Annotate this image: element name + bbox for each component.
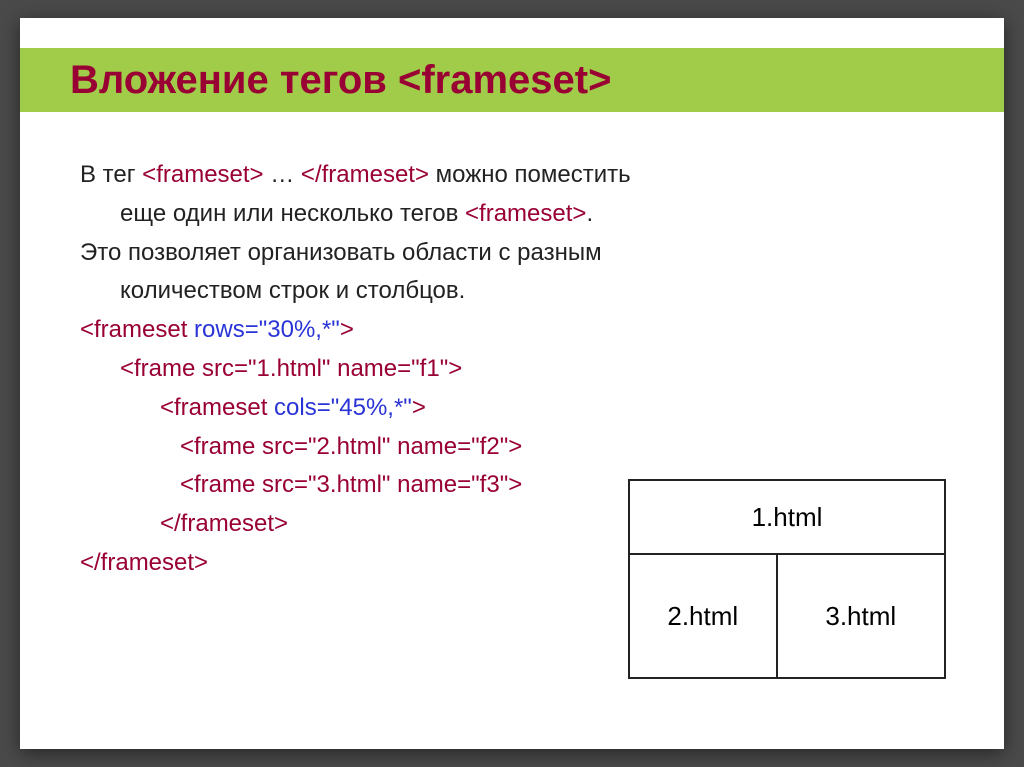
- paragraph-2-line-2: количеством строк и столбцов.: [80, 274, 944, 309]
- text: …: [264, 161, 301, 188]
- code-tag-open: <frameset: [160, 394, 274, 421]
- text: еще один или несколько тегов: [120, 200, 465, 227]
- frame-cell-1: 1.html: [630, 481, 944, 555]
- text: можно поместить: [429, 161, 631, 188]
- title-bar: Вложение тегов <frameset>: [20, 48, 1004, 112]
- frames-diagram: 1.html 2.html 3.html: [628, 479, 946, 679]
- code-tag-end: >: [340, 316, 354, 343]
- paragraph-1-line-1: В тег <frameset> … </frameset> можно пом…: [80, 158, 944, 193]
- code-tag-open: <frameset: [80, 316, 194, 343]
- frame-cell-3: 3.html: [778, 555, 944, 677]
- code-line-1: <frameset rows="30%,*">: [80, 313, 944, 348]
- slide-title: Вложение тегов <frameset>: [70, 58, 611, 102]
- tag-frameset: <frameset>: [465, 200, 586, 227]
- text: В тег: [80, 161, 142, 188]
- code-line-4: <frame src="2.html" name="f2">: [80, 430, 944, 465]
- tag-frameset-open: <frameset>: [142, 161, 263, 188]
- paragraph-1-line-2: еще один или несколько тегов <frameset>.: [80, 197, 944, 232]
- frame-bottom-row: 2.html 3.html: [630, 555, 944, 677]
- text: .: [586, 200, 593, 227]
- code-line-3: <frameset cols="45%,*">: [80, 391, 944, 426]
- code-attr-rows: rows="30%,*": [194, 316, 340, 343]
- code-attr-cols: cols="45%,*": [274, 394, 412, 421]
- slide: Вложение тегов <frameset> В тег <framese…: [20, 18, 1004, 749]
- tag-frameset-close: </frameset>: [301, 161, 429, 188]
- paragraph-2-line-1: Это позволяет организовать области с раз…: [80, 236, 944, 271]
- code-line-2: <frame src="1.html" name="f1">: [80, 352, 944, 387]
- frame-cell-2: 2.html: [630, 555, 778, 677]
- code-tag-end: >: [412, 394, 426, 421]
